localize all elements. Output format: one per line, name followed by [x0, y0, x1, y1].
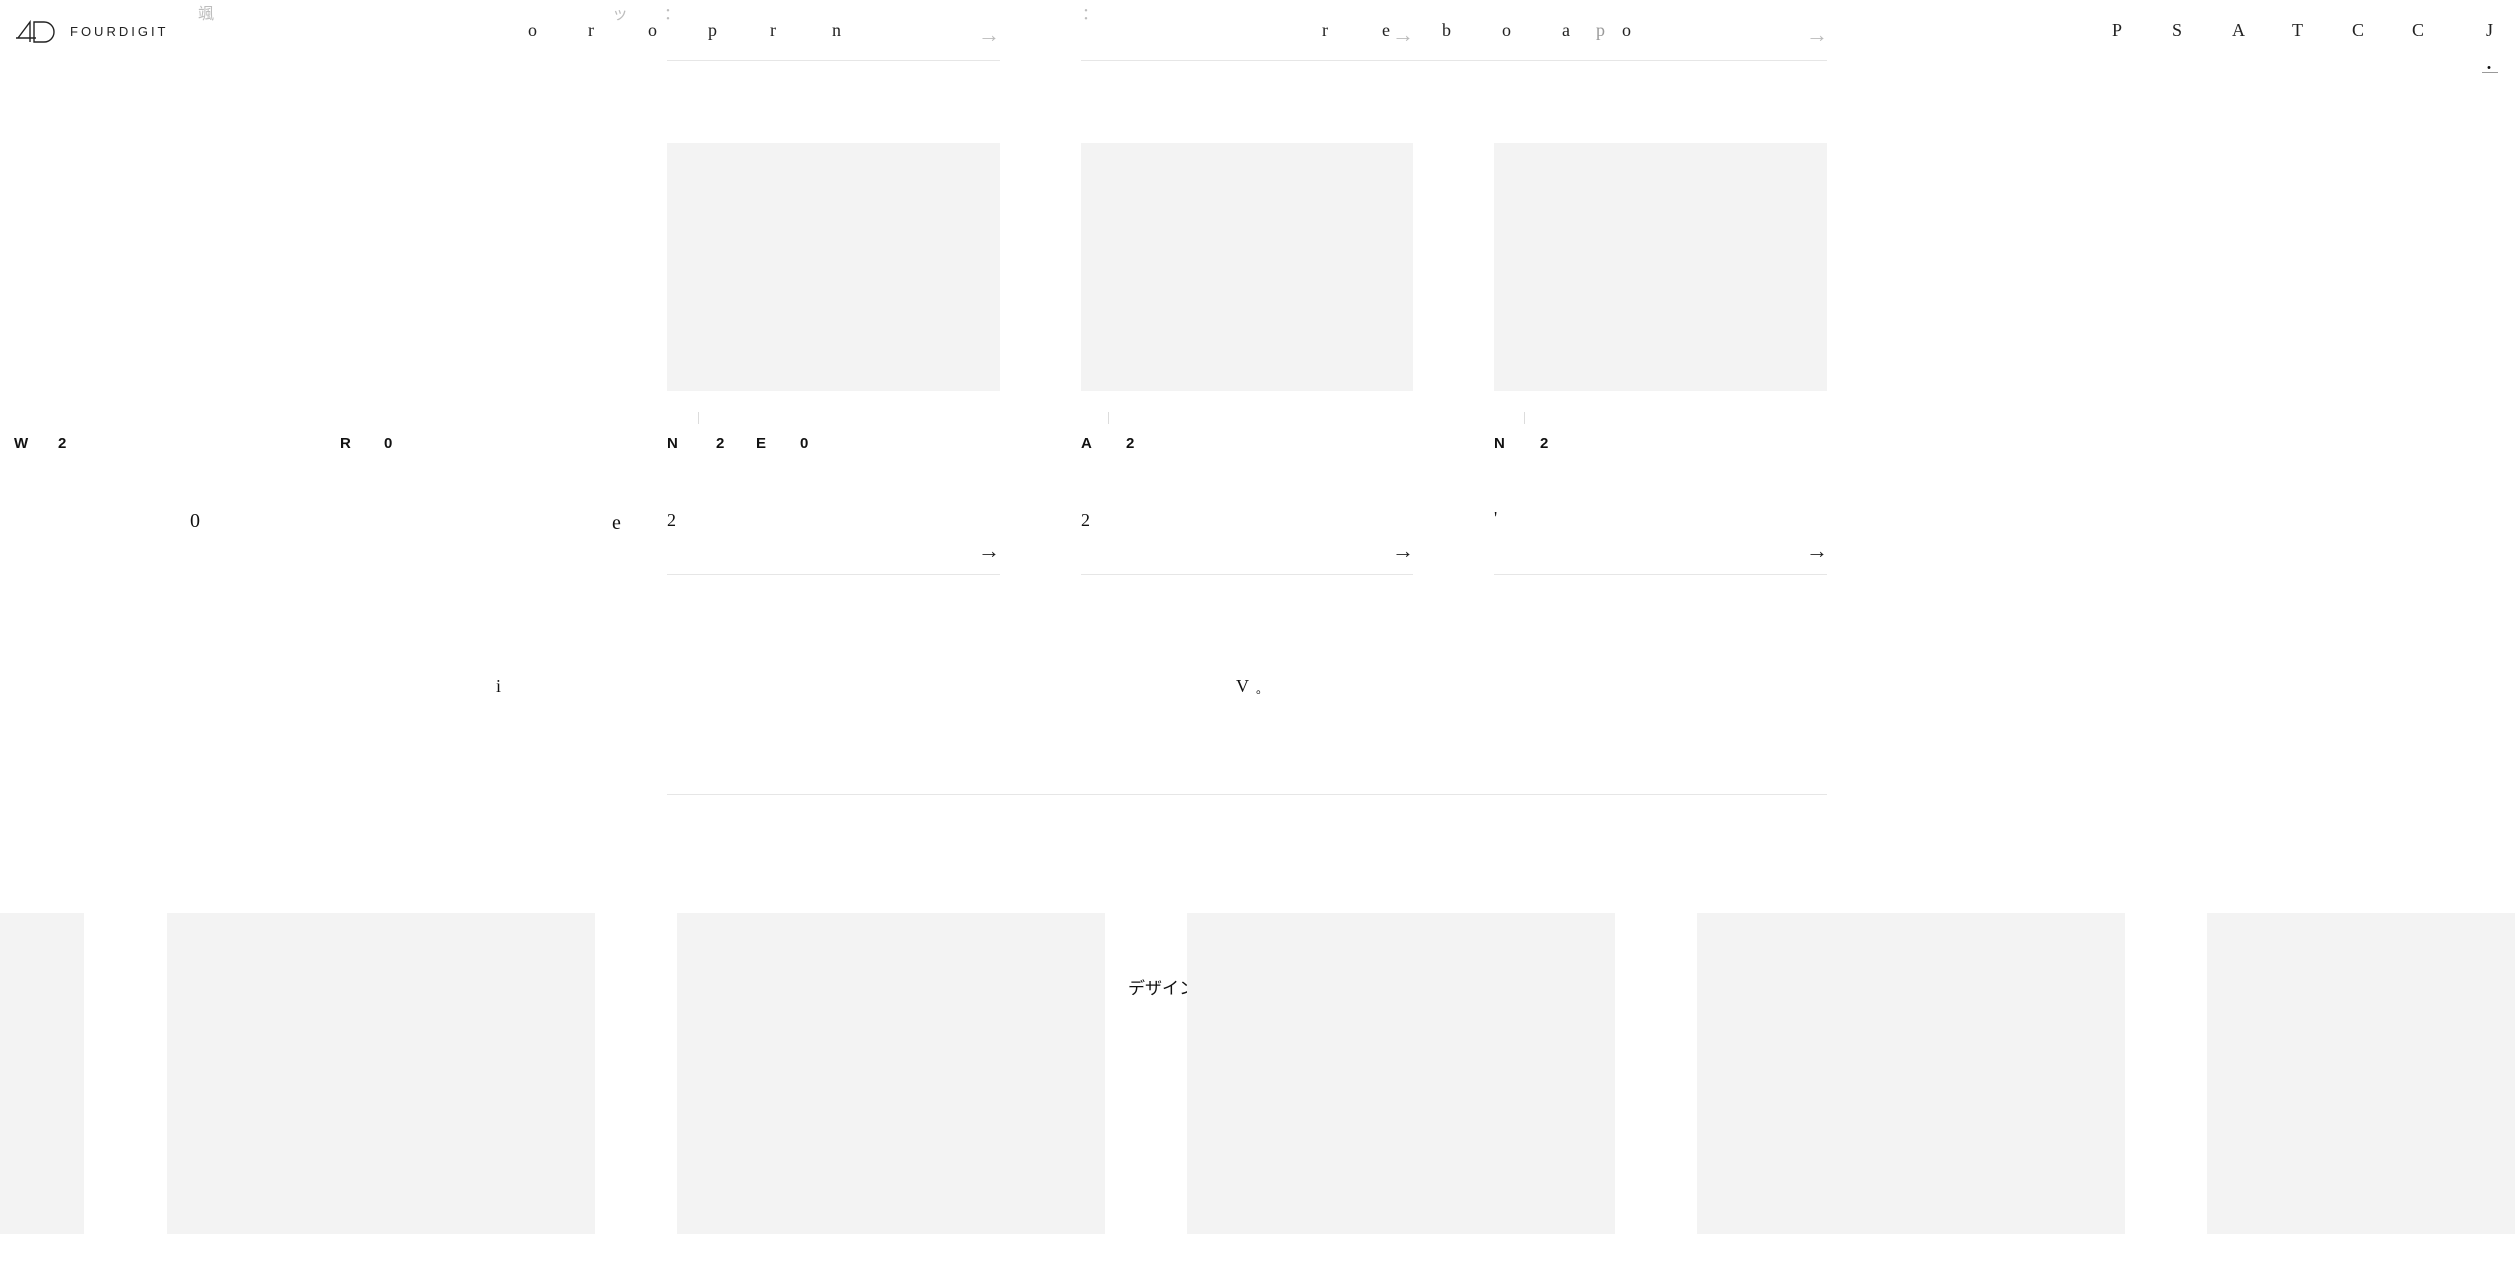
card-bottom-rule: [667, 574, 1000, 575]
card-text-fragment: ': [1494, 508, 1498, 528]
arrow-right-icon[interactable]: →: [978, 24, 1000, 46]
nav-item-letter[interactable]: S: [2172, 20, 2182, 41]
card-label-char: E: [756, 435, 767, 452]
logo-wordmark: FOURDIGIT: [70, 23, 169, 39]
card-image-placeholder[interactable]: [1494, 143, 1827, 391]
section-text-char: e: [612, 512, 621, 534]
card-image-placeholder[interactable]: [667, 143, 1000, 391]
nav-item-letter[interactable]: a: [1562, 20, 1570, 41]
card-bottom-rule: [1494, 574, 1827, 575]
nav-item-letter[interactable]: o: [1622, 20, 1631, 41]
card-label-char: N: [1494, 435, 1505, 452]
arrow-right-icon[interactable]: →: [978, 540, 1000, 562]
arrow-right-icon[interactable]: →: [1806, 24, 1828, 46]
section-label-char: R: [340, 435, 351, 452]
nav-item-letter[interactable]: e: [1382, 20, 1390, 41]
nav-item-letter[interactable]: r: [770, 20, 776, 41]
section-label-char: 2: [58, 435, 67, 452]
card-tick: [1524, 412, 1525, 424]
carousel-slide[interactable]: [1697, 913, 2125, 1234]
section-text-char: 0: [190, 510, 200, 532]
section-label-char: W: [14, 435, 29, 452]
card-label-char: A: [1081, 435, 1092, 452]
nav-item-letter[interactable]: C: [2412, 20, 2424, 41]
section-label-char: 0: [384, 435, 393, 452]
section-text-char: V: [1236, 676, 1249, 696]
carousel-slide[interactable]: [0, 913, 84, 1234]
arrow-right-icon[interactable]: →: [1392, 540, 1414, 562]
card-top-rule: [667, 60, 1000, 61]
nav-item-letter[interactable]: J: [2486, 20, 2493, 41]
nav-item-letter[interactable]: o: [528, 20, 537, 41]
arrow-right-icon[interactable]: →: [1806, 540, 1828, 562]
faint-glyph: ッ: [612, 6, 629, 23]
faint-glyph: ：: [664, 6, 681, 23]
nav-item-letter[interactable]: p: [708, 20, 717, 41]
nav-item-letter[interactable]: o: [648, 20, 657, 41]
nav-item-letter[interactable]: b: [1442, 20, 1451, 41]
nav-item-letter[interactable]: p: [1596, 20, 1605, 41]
nav-item-letter[interactable]: r: [588, 20, 594, 41]
carousel-slide[interactable]: [1187, 913, 1615, 1234]
nav-item-letter[interactable]: C: [2352, 20, 2364, 41]
faint-glyph: 颯: [198, 6, 215, 23]
card-label-char: 2: [1540, 435, 1549, 452]
card-label-char: 2: [1126, 435, 1135, 452]
fourdigit-logo-icon: [16, 19, 55, 43]
card-bottom-rule: [1081, 574, 1413, 575]
nav-item-letter[interactable]: T: [2292, 20, 2303, 41]
brand-logo[interactable]: FOURDIGIT: [16, 18, 169, 44]
card-label-char: 0: [800, 435, 809, 452]
arrow-right-icon[interactable]: →: [1392, 24, 1414, 46]
card-image-placeholder[interactable]: [1081, 143, 1413, 391]
carousel-slide[interactable]: [2207, 913, 2515, 1234]
carousel-slide[interactable]: [677, 913, 1105, 1234]
language-underline: [2482, 72, 2498, 73]
nav-item-letter[interactable]: o: [1502, 20, 1511, 41]
language-switch[interactable]: ・: [2482, 58, 2496, 78]
section-divider: [667, 794, 1827, 795]
carousel-slide[interactable]: [167, 913, 595, 1234]
carousel-caption: デザイン: [1128, 979, 1196, 998]
section-text-char: 。: [1256, 682, 1269, 696]
nav-item-letter[interactable]: r: [1322, 20, 1328, 41]
nav-item-letter[interactable]: A: [2232, 20, 2245, 41]
card-label-char: 2: [716, 435, 725, 452]
card-text-fragment: 2: [667, 510, 676, 530]
faint-glyph: ：: [1082, 6, 1099, 23]
nav-item-letter[interactable]: P: [2112, 20, 2122, 41]
card-text-fragment: 2: [1081, 510, 1090, 530]
nav-item-letter[interactable]: n: [832, 20, 841, 41]
card-top-rule: [1081, 60, 1827, 61]
card-tick: [698, 412, 699, 424]
card-label-char: N: [667, 435, 678, 452]
card-tick: [1108, 412, 1109, 424]
section-text-char: i: [496, 676, 502, 696]
